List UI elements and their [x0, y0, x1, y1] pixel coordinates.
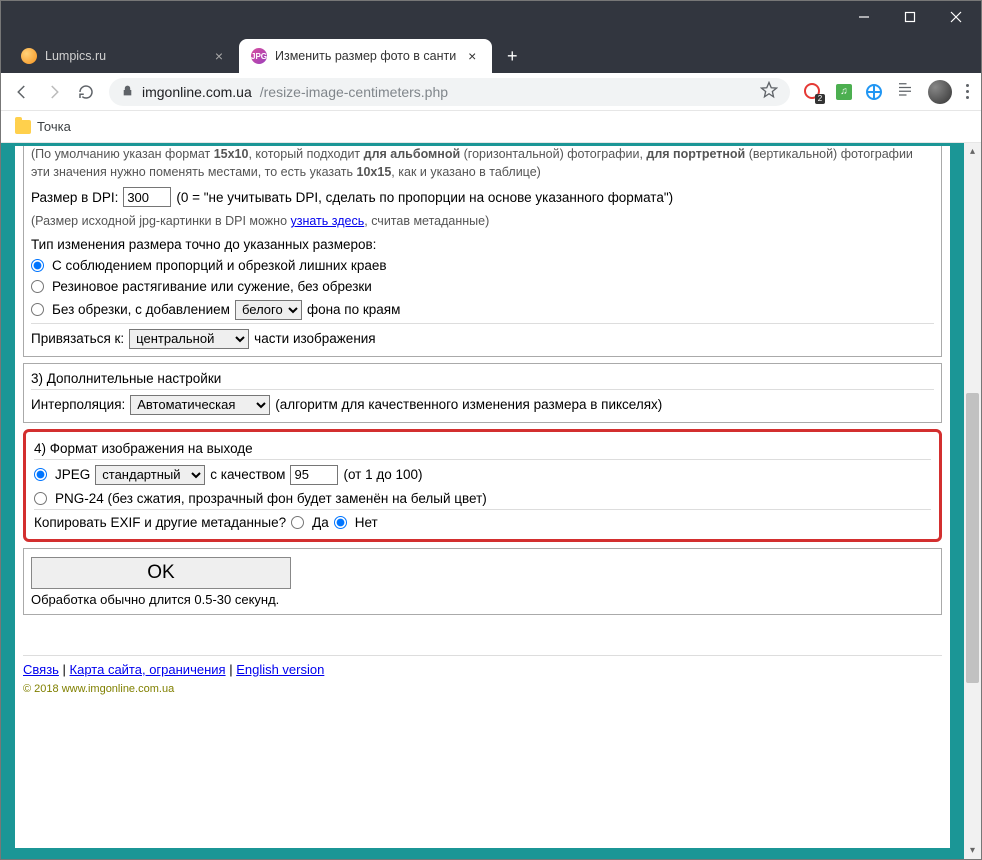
- footer-english-link[interactable]: English version: [236, 662, 324, 677]
- nav-reload-button[interactable]: [77, 83, 95, 101]
- resize-radio-crop[interactable]: [31, 259, 44, 272]
- tabs-row: Lumpics.ru × JPG Изменить размер фото в …: [1, 33, 981, 73]
- section-submit: OK Обработка обычно длится 0.5-30 секунд…: [23, 548, 942, 615]
- dpi-row: Размер в DPI: (0 = "не учитывать DPI, сд…: [31, 184, 934, 210]
- tab-imgonline[interactable]: JPG Изменить размер фото в санти ×: [239, 39, 492, 73]
- extension-globe-icon[interactable]: [866, 84, 882, 100]
- folder-icon: [15, 120, 31, 134]
- scroll-thumb[interactable]: [966, 393, 979, 683]
- bookmarks-bar: Точка: [1, 111, 981, 143]
- exif-row: Копировать EXIF и другие метаданные? Да …: [34, 509, 931, 533]
- profile-avatar[interactable]: [928, 80, 952, 104]
- section3-title: 3) Дополнительные настройки: [31, 368, 934, 389]
- resize-option-3[interactable]: Без обрезки, с добавлением белого фона п…: [31, 297, 934, 323]
- bookmark-star-icon[interactable]: [760, 81, 778, 102]
- section-output-format: 4) Формат изображения на выходе JPEG ста…: [23, 429, 942, 542]
- format-radio-jpeg[interactable]: [34, 468, 47, 481]
- new-tab-button[interactable]: +: [498, 42, 526, 70]
- dpi-label: Размер в DPI:: [31, 190, 118, 205]
- tab-title: Изменить размер фото в санти: [275, 49, 456, 63]
- url-path: /resize-image-centimeters.php: [260, 84, 448, 100]
- tab-title: Lumpics.ru: [45, 49, 106, 63]
- address-row: imgonline.com.ua/resize-image-centimeter…: [1, 73, 981, 111]
- section4-title: 4) Формат изображения на выходе: [34, 438, 931, 459]
- tab-close-button[interactable]: ×: [211, 48, 227, 64]
- format-radio-png[interactable]: [34, 492, 47, 505]
- jpeg-quality-input[interactable]: [290, 465, 338, 485]
- chrome-menu-button[interactable]: [966, 84, 969, 99]
- window-titlebar: [1, 1, 981, 33]
- interpolation-select[interactable]: Автоматическая: [130, 395, 270, 415]
- resize-option-2[interactable]: Резиновое растягивание или сужение, без …: [31, 276, 934, 297]
- resize-radio-padding[interactable]: [31, 303, 44, 316]
- window-maximize-button[interactable]: [887, 1, 933, 33]
- resize-type-title: Тип изменения размера точно до указанных…: [31, 234, 934, 255]
- address-bar[interactable]: imgonline.com.ua/resize-image-centimeter…: [109, 78, 790, 106]
- tab-close-button[interactable]: ×: [464, 48, 480, 64]
- scroll-down-arrow[interactable]: ▾: [964, 842, 981, 859]
- scroll-up-arrow[interactable]: ▴: [964, 143, 981, 160]
- resize-radio-stretch[interactable]: [31, 280, 44, 293]
- extension-music-icon[interactable]: ♫: [836, 84, 852, 100]
- page-content: (По умолчанию указан формат 15x10, котор…: [15, 146, 950, 848]
- bookmark-item[interactable]: Точка: [37, 119, 71, 134]
- anchor-select[interactable]: центральной: [129, 329, 249, 349]
- footer-links: Связь | Карта сайта, ограничения | Engli…: [23, 655, 942, 677]
- window-minimize-button[interactable]: [841, 1, 887, 33]
- exif-radio-yes[interactable]: [291, 516, 304, 529]
- nav-back-button[interactable]: [13, 83, 31, 101]
- dpi-metadata-link[interactable]: узнать здесь: [291, 214, 365, 228]
- padding-color-select[interactable]: белого: [235, 300, 302, 320]
- extension-adblock-icon[interactable]: 2: [804, 83, 822, 101]
- url-domain: imgonline.com.ua: [142, 84, 252, 100]
- exif-radio-no[interactable]: [334, 516, 347, 529]
- section-size-settings: (По умолчанию указан формат 15x10, котор…: [23, 146, 942, 357]
- jpeg-type-select[interactable]: стандартный: [95, 465, 205, 485]
- dpi-note: (0 = "не учитывать DPI, сделать по пропо…: [176, 190, 673, 205]
- format-jpeg-row[interactable]: JPEG стандартный с качеством (от 1 до 10…: [34, 459, 931, 488]
- processing-note: Обработка обычно длится 0.5-30 секунд.: [31, 589, 934, 610]
- format-png-row[interactable]: PNG-24 (без сжатия, прозрачный фон будет…: [34, 488, 931, 509]
- extension-badge-count: 2: [815, 94, 825, 104]
- ok-button[interactable]: OK: [31, 557, 291, 589]
- favicon-imgonline: JPG: [251, 48, 267, 64]
- proportions-hint: (По умолчанию указан формат 15x10, котор…: [31, 146, 934, 181]
- section-advanced: 3) Дополнительные настройки Интерполяция…: [23, 363, 942, 423]
- footer-contact-link[interactable]: Связь: [23, 662, 59, 677]
- copyright-text: © 2018 www.imgonline.com.ua: [23, 683, 942, 695]
- resize-option-1[interactable]: С соблюдением пропорций и обрезкой лишни…: [31, 255, 934, 276]
- interpolation-row: Интерполяция: Автоматическая (алгоритм д…: [31, 389, 934, 418]
- footer-sitemap-link[interactable]: Карта сайта, ограничения: [70, 662, 226, 677]
- nav-forward-button[interactable]: [45, 83, 63, 101]
- anchor-row: Привязаться к: центральной части изображ…: [31, 323, 934, 352]
- vertical-scrollbar[interactable]: ▴ ▾: [964, 143, 981, 859]
- window-close-button[interactable]: [933, 1, 979, 33]
- favicon-lumpics: [21, 48, 37, 64]
- lock-icon: [121, 84, 134, 100]
- reader-mode-icon[interactable]: [896, 80, 914, 103]
- dpi-hint: (Размер исходной jpg-картинки в DPI можн…: [31, 213, 934, 231]
- tab-lumpics[interactable]: Lumpics.ru ×: [9, 39, 239, 73]
- dpi-input[interactable]: [123, 187, 171, 207]
